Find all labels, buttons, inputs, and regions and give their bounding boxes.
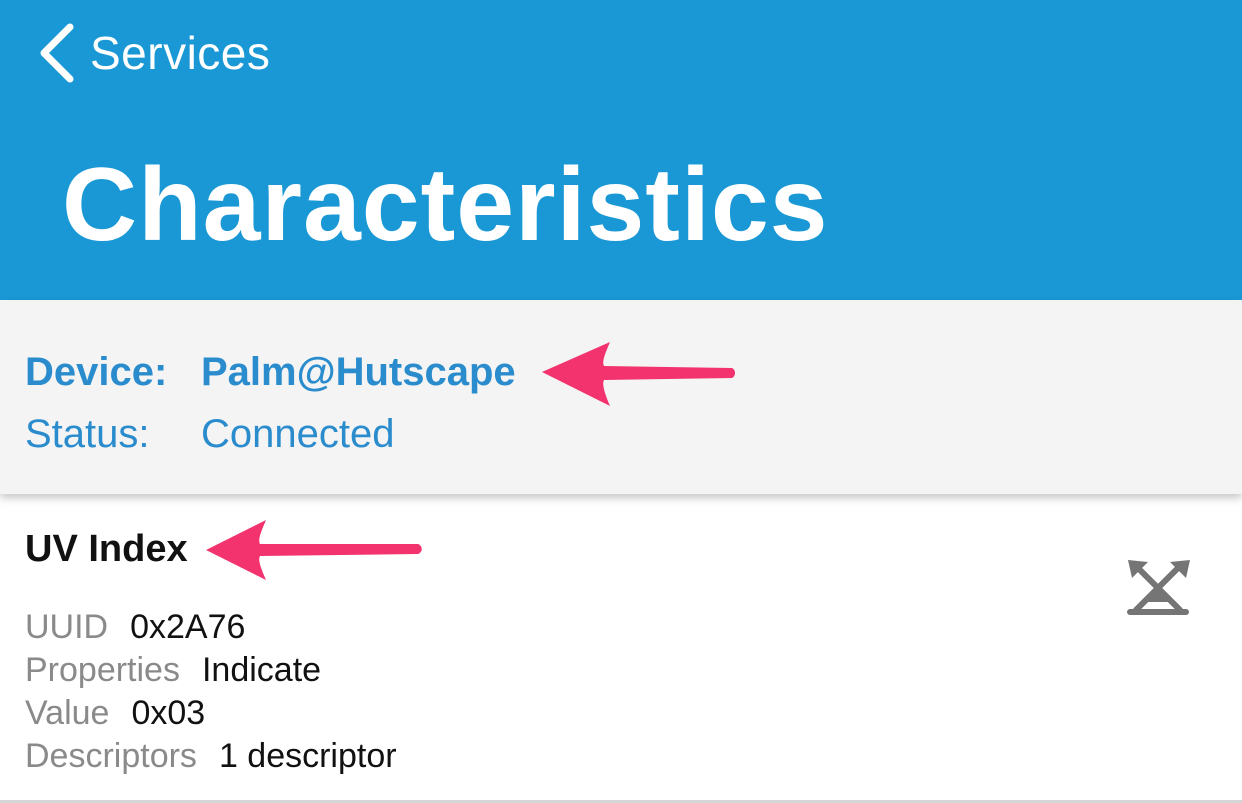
descriptors-row: Descriptors 1 descriptor <box>25 737 397 776</box>
value-label: Value <box>25 694 110 732</box>
back-button-label: Services <box>90 27 271 79</box>
status-label: Status: <box>25 412 150 456</box>
device-label: Device: <box>25 350 168 394</box>
properties-row: Properties Indicate <box>25 651 321 690</box>
value-row: Value 0x03 <box>25 694 205 733</box>
descriptors-label: Descriptors <box>25 737 197 775</box>
navigation-bar: Services Characteristics <box>0 0 1242 300</box>
page-title: Characteristics <box>62 147 829 263</box>
chevron-left-icon <box>36 21 76 85</box>
properties-value: Indicate <box>201 651 322 689</box>
notify-toggle-icon[interactable] <box>1126 558 1192 616</box>
device-info-panel: Device: Palm@Hutscape Status: Connected <box>0 300 1242 494</box>
uuid-label: UUID <box>25 608 109 646</box>
uuid-row: UUID 0x2A76 <box>25 608 245 647</box>
characteristic-cell[interactable]: UV Index UUID 0x2A76 Properties Indicate V… <box>0 494 1242 801</box>
value-value: 0x03 <box>131 694 206 732</box>
back-button[interactable]: Services <box>36 18 270 88</box>
uuid-value: 0x2A76 <box>130 608 246 646</box>
properties-label: Properties <box>25 651 180 689</box>
descriptors-value: 1 descriptor <box>218 737 397 775</box>
status-value: Connected <box>201 412 395 456</box>
characteristic-name: UV Index <box>25 528 188 570</box>
device-name: Palm@Hutscape <box>201 350 516 394</box>
